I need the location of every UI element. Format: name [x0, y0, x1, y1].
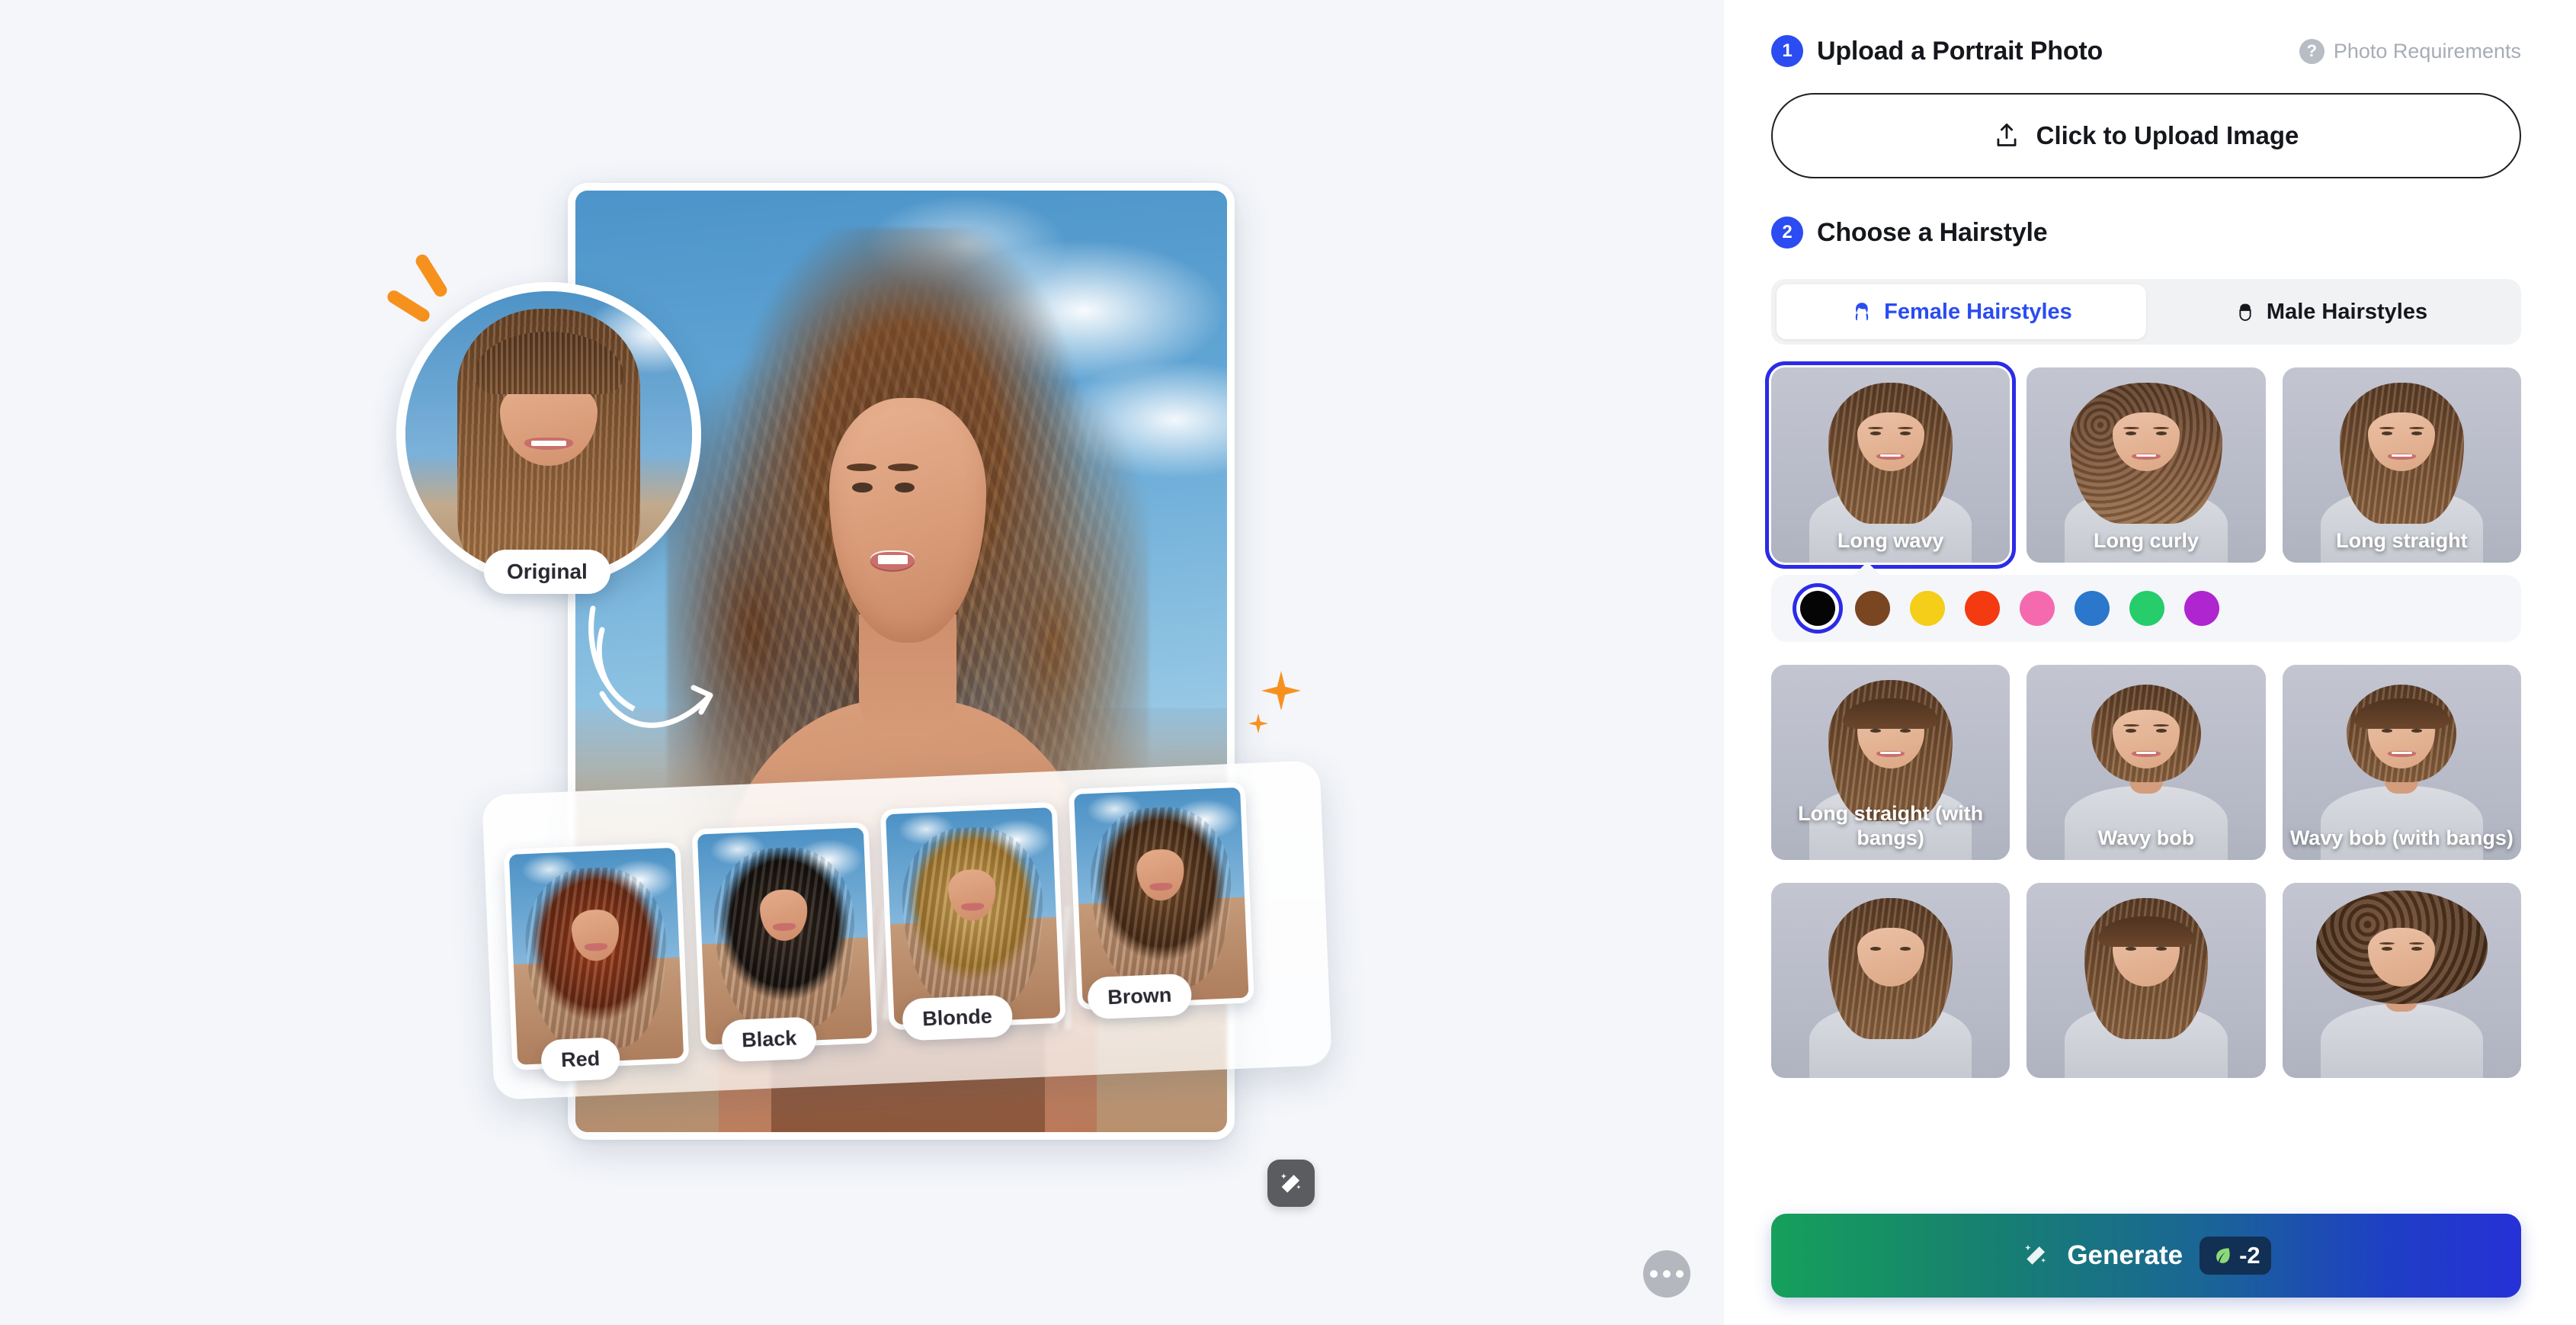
step-two-header: 2 Choose a Hairstyle: [1771, 217, 2521, 249]
result-thumbnail[interactable]: [503, 842, 690, 1071]
results-thumbnail-strip: Red Black Blonde Brown: [495, 781, 1327, 1083]
color-swatch-purple[interactable]: [2184, 591, 2219, 626]
magic-edit-button[interactable]: [1267, 1160, 1315, 1207]
generate-button[interactable]: Generate -2: [1771, 1214, 2521, 1298]
generate-label: Generate: [2067, 1240, 2184, 1270]
hairstyle-grid-row-2: Long straight (with bangs) Wavy bob Wavy…: [1771, 665, 2521, 860]
hairstyle-label: Long straight: [2336, 529, 2468, 553]
hairstyle-card-long-straight[interactable]: Long straight: [2282, 367, 2521, 563]
hairstyle-card-long-straight-with-bangs[interactable]: Long straight (with bangs): [1771, 665, 2010, 860]
more-dot: [1663, 1270, 1671, 1278]
preview-panel: Original Red Black Blonde Brown: [0, 0, 1724, 1325]
card-brow-left: [2123, 723, 2139, 727]
color-swatch-brown[interactable]: [1855, 591, 1890, 626]
hero-brow-right: [888, 464, 918, 472]
tab-female-hairstyles[interactable]: Female Hairstyles: [1777, 284, 2146, 339]
hairstyle-app: Original Red Black Blonde Brown 1 Upload…: [0, 0, 2576, 1325]
hero-teeth: [877, 554, 908, 564]
step-two-title-group: 2 Choose a Hairstyle: [1771, 217, 2048, 249]
hero-brow-left: [846, 464, 876, 472]
color-swatch-red[interactable]: [1965, 591, 2000, 626]
male-hair-icon: [2239, 303, 2251, 321]
original-badge: Original: [484, 550, 610, 594]
card-shirt: [2320, 1003, 2483, 1078]
step-one-header: 1 Upload a Portrait Photo ? Photo Requir…: [1771, 35, 2521, 67]
card-teeth: [2135, 454, 2157, 457]
upload-icon: [1997, 124, 2017, 146]
card-brow-right: [2408, 426, 2425, 429]
photo-requirements-label: Photo Requirements: [2333, 39, 2521, 63]
hair-color-strip: [1771, 575, 2521, 642]
tab-male-label: Male Hairstyles: [2266, 299, 2428, 324]
more-dot: [1676, 1270, 1684, 1278]
more-dot: [1650, 1270, 1658, 1278]
photo-requirements-link[interactable]: ? Photo Requirements: [2299, 38, 2521, 64]
card-teeth: [1880, 752, 1902, 755]
control-panel: 1 Upload a Portrait Photo ? Photo Requir…: [1724, 0, 2576, 1325]
step-one-title-group: 1 Upload a Portrait Photo: [1771, 35, 2103, 67]
more-options-button[interactable]: [1643, 1250, 1690, 1298]
leaf-icon: [2216, 1248, 2230, 1263]
hair-color-picker: [1771, 562, 2521, 642]
color-swatch-blue[interactable]: [2075, 591, 2110, 626]
hairstyle-gender-tabs: Female Hairstyles Male Hairstyles: [1771, 279, 2521, 345]
hairstyle-card-row3-3[interactable]: [2282, 883, 2521, 1078]
result-thumbnail[interactable]: [691, 822, 878, 1051]
card-brow-right: [2153, 426, 2169, 429]
magic-wand-icon: [2025, 1244, 2046, 1265]
curved-arrow-icon: [588, 605, 713, 728]
hairstyle-card-row3-2[interactable]: [2027, 883, 2266, 1078]
hairstyle-card-long-curly[interactable]: Long curly: [2027, 367, 2266, 563]
card-teeth: [2391, 454, 2412, 457]
card-brow-right: [1898, 426, 1914, 429]
original-photo-thumbnail[interactable]: [396, 282, 701, 587]
step-two-title: Choose a Hairstyle: [1817, 217, 2048, 247]
tab-female-label: Female Hairstyles: [1884, 299, 2072, 324]
credit-cost-chip: -2: [2200, 1237, 2271, 1275]
hairstyle-card-row3-1[interactable]: [1771, 883, 2010, 1078]
step-one-title: Upload a Portrait Photo: [1817, 36, 2103, 66]
hairstyle-card-wavy-bob-with-bangs[interactable]: Wavy bob (with bangs): [2282, 665, 2521, 860]
card-brow-right: [2408, 942, 2425, 945]
credit-cost-value: -2: [2239, 1242, 2260, 1269]
female-hair-icon: [1856, 303, 1869, 321]
hairstyle-grid-row-1: Long wavy Long curly Long straight: [1764, 361, 2521, 569]
step-two-number: 2: [1771, 217, 1803, 249]
color-swatch-pink[interactable]: [2020, 591, 2055, 626]
hairstyle-card-long-wavy[interactable]: Long wavy: [1764, 361, 2017, 569]
original-teeth: [531, 441, 566, 447]
hairstyle-label: Long wavy: [1837, 529, 1944, 553]
color-swatch-yellow[interactable]: [1910, 591, 1945, 626]
card-teeth: [2391, 752, 2412, 755]
step-one-number: 1: [1771, 35, 1803, 67]
sparkle-icon-small: [1248, 714, 1268, 733]
hairstyle-label: Long straight (with bangs): [1798, 802, 1984, 850]
result-label: Red: [540, 1037, 621, 1083]
magic-wand-icon: [1280, 1173, 1301, 1193]
hairstyle-card-wavy-bob[interactable]: Wavy bob: [2027, 665, 2266, 860]
color-swatch-green[interactable]: [2129, 591, 2164, 626]
card-brow-left: [1867, 426, 1884, 429]
hairstyle-label: Long curly: [2093, 529, 2199, 553]
upload-image-label: Click to Upload Image: [2036, 121, 2299, 149]
card-brow-left: [2379, 942, 2395, 945]
upload-image-button[interactable]: Click to Upload Image: [1771, 93, 2521, 178]
card-teeth: [1880, 454, 1902, 457]
card-brow-left: [2123, 426, 2139, 429]
result-label: Black: [721, 1016, 818, 1063]
hairstyle-label: Wavy bob: [2097, 826, 2195, 850]
result-label: Blonde: [902, 994, 1013, 1041]
hairstyle-grid-row-3: [1771, 883, 2521, 1078]
question-mark-icon: ?: [2299, 38, 2324, 64]
result-label: Brown: [1087, 973, 1193, 1020]
card-brow-right: [2153, 723, 2169, 727]
color-swatch-black[interactable]: [1800, 591, 1835, 626]
sparkle-icon-large: [1261, 671, 1301, 711]
hairstyle-label: Wavy bob (with bangs): [2289, 826, 2514, 850]
color-picker-caret: [1854, 562, 1881, 576]
card-teeth: [2135, 752, 2157, 755]
card-brow-left: [2379, 426, 2395, 429]
tab-male-hairstyles[interactable]: Male Hairstyles: [2146, 284, 2516, 339]
